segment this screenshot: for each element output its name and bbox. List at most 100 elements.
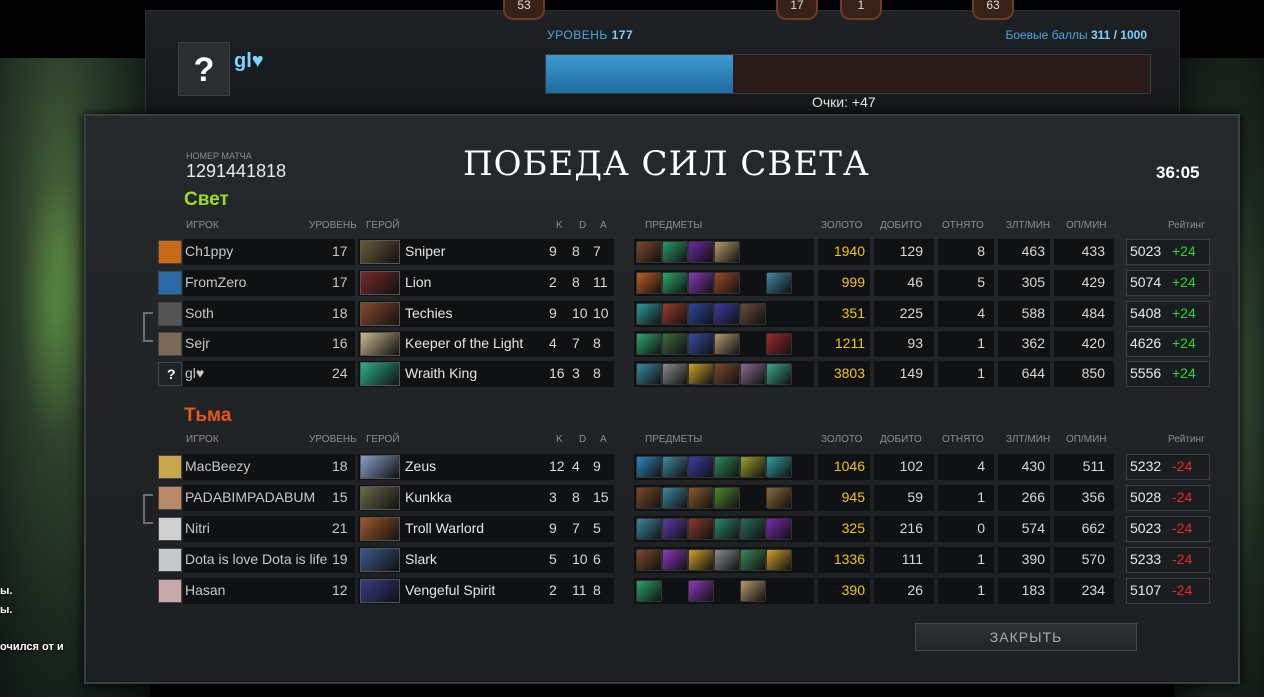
item-icon[interactable] [766, 333, 792, 355]
player-row[interactable]: Nitri 21 Troll Warlord 9 7 5 325 216 0 574 662 5023… [158, 516, 1212, 542]
item-icon[interactable] [662, 456, 688, 478]
item-icon[interactable] [636, 549, 662, 571]
item-icon[interactable] [662, 303, 688, 325]
hero-portrait[interactable] [360, 271, 400, 295]
player-row[interactable]: Dota is love Dota is life 19 Slark 5 10 6 1336… [158, 547, 1212, 573]
player-row[interactable]: Sejr 16 Keeper of the Light 4 7 8 1211 93 1 362 42… [158, 331, 1212, 357]
item-icon[interactable] [714, 272, 740, 294]
player-row[interactable]: ? gl♥ 24 Wraith King 16 3 8 3803 149 1 644 850 5556 +… [158, 361, 1212, 387]
item-icon[interactable] [662, 333, 688, 355]
player-row[interactable]: Soth 18 Techies 9 10 10 351 225 4 588 484 5408 +24 [158, 301, 1212, 327]
hero-portrait[interactable] [360, 579, 400, 603]
item-icon[interactable] [636, 363, 662, 385]
item-icon[interactable] [688, 241, 714, 263]
item-icon[interactable] [688, 363, 714, 385]
player-name[interactable]: Nitri [185, 520, 210, 536]
player-name[interactable]: gl♥ [185, 365, 204, 381]
hero-portrait[interactable] [360, 455, 400, 479]
hero-portrait[interactable] [360, 548, 400, 572]
player-row[interactable]: Hasan 12 Vengeful Spirit 2 11 8 390 26 1 183 234 51… [158, 578, 1212, 604]
item-icon[interactable] [688, 333, 714, 355]
player-row[interactable]: MacBeezy 18 Zeus 12 4 9 1046 102 4 430 511 5232 -24 [158, 454, 1212, 480]
item-icon[interactable] [688, 549, 714, 571]
rating-value: 5232 [1130, 458, 1162, 474]
item-icon[interactable] [714, 549, 740, 571]
close-button[interactable]: ЗАКРЫТЬ [915, 623, 1137, 651]
item-icon[interactable] [714, 456, 740, 478]
item-icon[interactable] [636, 333, 662, 355]
player-name[interactable]: Soth [185, 305, 214, 321]
item-icon[interactable] [688, 518, 714, 540]
hero-portrait[interactable] [360, 517, 400, 541]
item-icon[interactable] [688, 303, 714, 325]
item-icon[interactable] [636, 303, 662, 325]
item-icon[interactable] [636, 580, 662, 602]
hero-portrait[interactable] [360, 332, 400, 356]
denies-value: 0 [977, 520, 985, 536]
item-icon[interactable] [636, 518, 662, 540]
item-icon[interactable] [662, 487, 688, 509]
item-icon[interactable] [714, 363, 740, 385]
rating-delta: -24 [1172, 582, 1193, 598]
player-name[interactable]: FromZero [185, 274, 246, 290]
item-icon[interactable] [662, 241, 688, 263]
player-avatar[interactable] [158, 332, 182, 356]
item-icon[interactable] [714, 303, 740, 325]
item-icon[interactable] [740, 580, 766, 602]
item-icon[interactable] [766, 272, 792, 294]
player-name[interactable]: MacBeezy [185, 458, 250, 474]
item-icon[interactable] [740, 518, 766, 540]
item-icon[interactable] [636, 456, 662, 478]
player-avatar[interactable] [158, 455, 182, 479]
item-icon[interactable] [662, 518, 688, 540]
item-icon[interactable] [688, 487, 714, 509]
item-icon[interactable] [662, 549, 688, 571]
item-icon[interactable] [636, 241, 662, 263]
item-icon[interactable] [714, 518, 740, 540]
item-icon[interactable] [662, 272, 688, 294]
item-icon[interactable] [740, 549, 766, 571]
player-avatar[interactable] [158, 579, 182, 603]
rating-delta: -24 [1172, 520, 1193, 536]
item-icon[interactable] [766, 456, 792, 478]
player-avatar[interactable] [158, 486, 182, 510]
avatar[interactable]: ? [178, 42, 230, 96]
hero-portrait[interactable] [360, 302, 400, 326]
hero-portrait[interactable] [360, 240, 400, 264]
hero-portrait[interactable] [360, 362, 400, 386]
item-icon[interactable] [714, 333, 740, 355]
item-icon[interactable] [636, 272, 662, 294]
item-icon[interactable] [766, 518, 792, 540]
player-row[interactable]: FromZero 17 Lion 2 8 11 999 46 5 305 429 5074 +24 [158, 270, 1212, 296]
item-icon[interactable] [740, 363, 766, 385]
item-icon[interactable] [688, 272, 714, 294]
player-avatar[interactable] [158, 548, 182, 572]
player-avatar[interactable] [158, 302, 182, 326]
item-icon[interactable] [714, 241, 740, 263]
hero-portrait[interactable] [360, 486, 400, 510]
column-header-items: ПРЕДМЕТЫ [645, 220, 703, 231]
item-icon[interactable] [636, 487, 662, 509]
item-icon[interactable] [714, 487, 740, 509]
item-icon[interactable] [688, 580, 714, 602]
player-row[interactable]: Ch1ppy 17 Sniper 9 8 7 1940 129 8 463 433 5023 +24 [158, 239, 1212, 265]
item-icon[interactable] [740, 456, 766, 478]
player-row[interactable]: PADABIMPADABUM 15 Kunkka 3 8 15 945 59 1 266 356 50… [158, 485, 1212, 511]
item-icon[interactable] [740, 303, 766, 325]
rating-delta: +24 [1172, 274, 1196, 290]
player-name[interactable]: PADABIMPADABUM [185, 489, 315, 505]
item-icon[interactable] [662, 363, 688, 385]
item-icon[interactable] [766, 487, 792, 509]
player-name[interactable]: Sejr [185, 335, 210, 351]
item-icon[interactable] [766, 363, 792, 385]
avatar-question-mark: ? [167, 366, 176, 382]
player-name[interactable]: Hasan [185, 582, 225, 598]
player-avatar[interactable] [158, 271, 182, 295]
item-icon[interactable] [688, 456, 714, 478]
item-icon[interactable] [766, 549, 792, 571]
player-avatar[interactable] [158, 240, 182, 264]
player-name[interactable]: Dota is love Dota is life [185, 551, 327, 567]
player-name[interactable]: Ch1ppy [185, 243, 233, 259]
player-avatar[interactable] [158, 517, 182, 541]
player-avatar[interactable]: ? [158, 362, 182, 386]
